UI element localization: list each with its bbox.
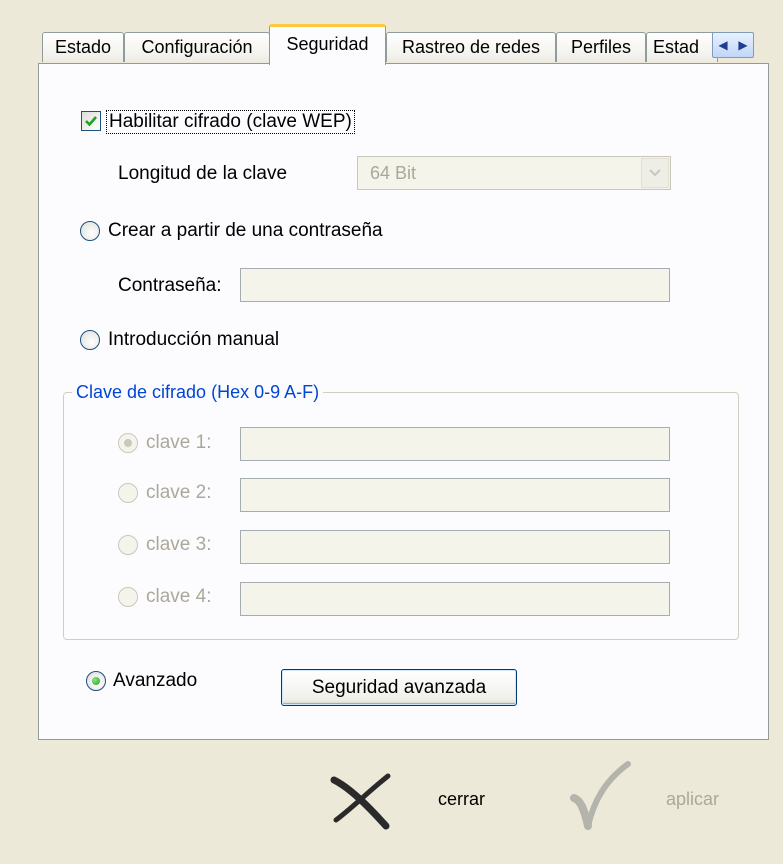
checkmark-icon bbox=[85, 116, 97, 127]
key-length-select[interactable]: 64 Bit bbox=[357, 156, 671, 190]
selected-dot bbox=[124, 439, 132, 447]
close-x-icon bbox=[330, 773, 391, 830]
create-from-password-radio[interactable] bbox=[80, 221, 100, 241]
tab-estadisticas[interactable]: Estad bbox=[646, 32, 718, 62]
selected-dot bbox=[92, 677, 100, 685]
tab-rastreo-de-redes[interactable]: Rastreo de redes bbox=[386, 32, 556, 62]
tab-scroll-buttons: ◀ ▶ bbox=[712, 32, 754, 58]
key-4-radio[interactable] bbox=[118, 587, 138, 607]
password-field[interactable] bbox=[240, 268, 670, 302]
advanced-radio[interactable] bbox=[86, 671, 106, 691]
apply-button[interactable] bbox=[570, 760, 632, 832]
key-4-label: clave 4: bbox=[146, 586, 212, 607]
advanced-security-button[interactable]: Seguridad avanzada bbox=[281, 669, 517, 706]
key-1-radio[interactable] bbox=[118, 433, 138, 453]
scroll-left-icon[interactable]: ◀ bbox=[718, 39, 727, 51]
key-4-field[interactable] bbox=[240, 582, 670, 616]
key-3-label: clave 3: bbox=[146, 534, 212, 555]
key-3-radio[interactable] bbox=[118, 535, 138, 555]
tab-estado[interactable]: Estado bbox=[42, 32, 124, 62]
checkmark-apply-icon bbox=[570, 761, 631, 830]
key-3-field[interactable] bbox=[240, 530, 670, 564]
advanced-label[interactable]: Avanzado bbox=[113, 670, 197, 692]
password-label: Contraseña: bbox=[118, 275, 222, 296]
close-label[interactable]: cerrar bbox=[438, 788, 485, 810]
manual-entry-label[interactable]: Introducción manual bbox=[108, 329, 279, 351]
tab-perfiles[interactable]: Perfiles bbox=[556, 32, 646, 62]
scroll-right-icon[interactable]: ▶ bbox=[738, 39, 747, 51]
enable-encryption-label[interactable]: Habilitar cifrado (clave WEP) bbox=[106, 110, 355, 134]
tab-configuracion[interactable]: Configuración bbox=[124, 32, 270, 62]
tab-seguridad[interactable]: Seguridad bbox=[269, 24, 386, 65]
key-2-radio[interactable] bbox=[118, 483, 138, 503]
apply-label[interactable]: aplicar bbox=[666, 788, 719, 810]
manual-entry-radio[interactable] bbox=[80, 330, 100, 350]
tab-label: Configuración bbox=[141, 37, 253, 57]
enable-encryption-checkbox[interactable] bbox=[81, 111, 101, 131]
key-2-label: clave 2: bbox=[146, 482, 212, 503]
key-length-label: Longitud de la clave bbox=[118, 163, 288, 184]
key-1-field[interactable] bbox=[240, 427, 670, 461]
tab-label: Estad bbox=[653, 37, 700, 57]
key-length-value: 64 Bit bbox=[370, 163, 417, 183]
tab-label: Perfiles bbox=[570, 37, 632, 57]
tab-label: Rastreo de redes bbox=[401, 37, 541, 57]
key-1-label: clave 1: bbox=[146, 432, 212, 453]
encryption-key-group-title: Clave de cifrado (Hex 0-9 A-F) bbox=[72, 381, 324, 403]
key-2-field[interactable] bbox=[240, 478, 670, 512]
tab-label: Seguridad bbox=[286, 34, 369, 54]
tab-label: Estado bbox=[54, 37, 112, 57]
close-button[interactable] bbox=[330, 770, 392, 830]
create-from-password-label[interactable]: Crear a partir de una contraseña bbox=[108, 220, 383, 242]
chevron-down-icon[interactable] bbox=[641, 158, 669, 188]
